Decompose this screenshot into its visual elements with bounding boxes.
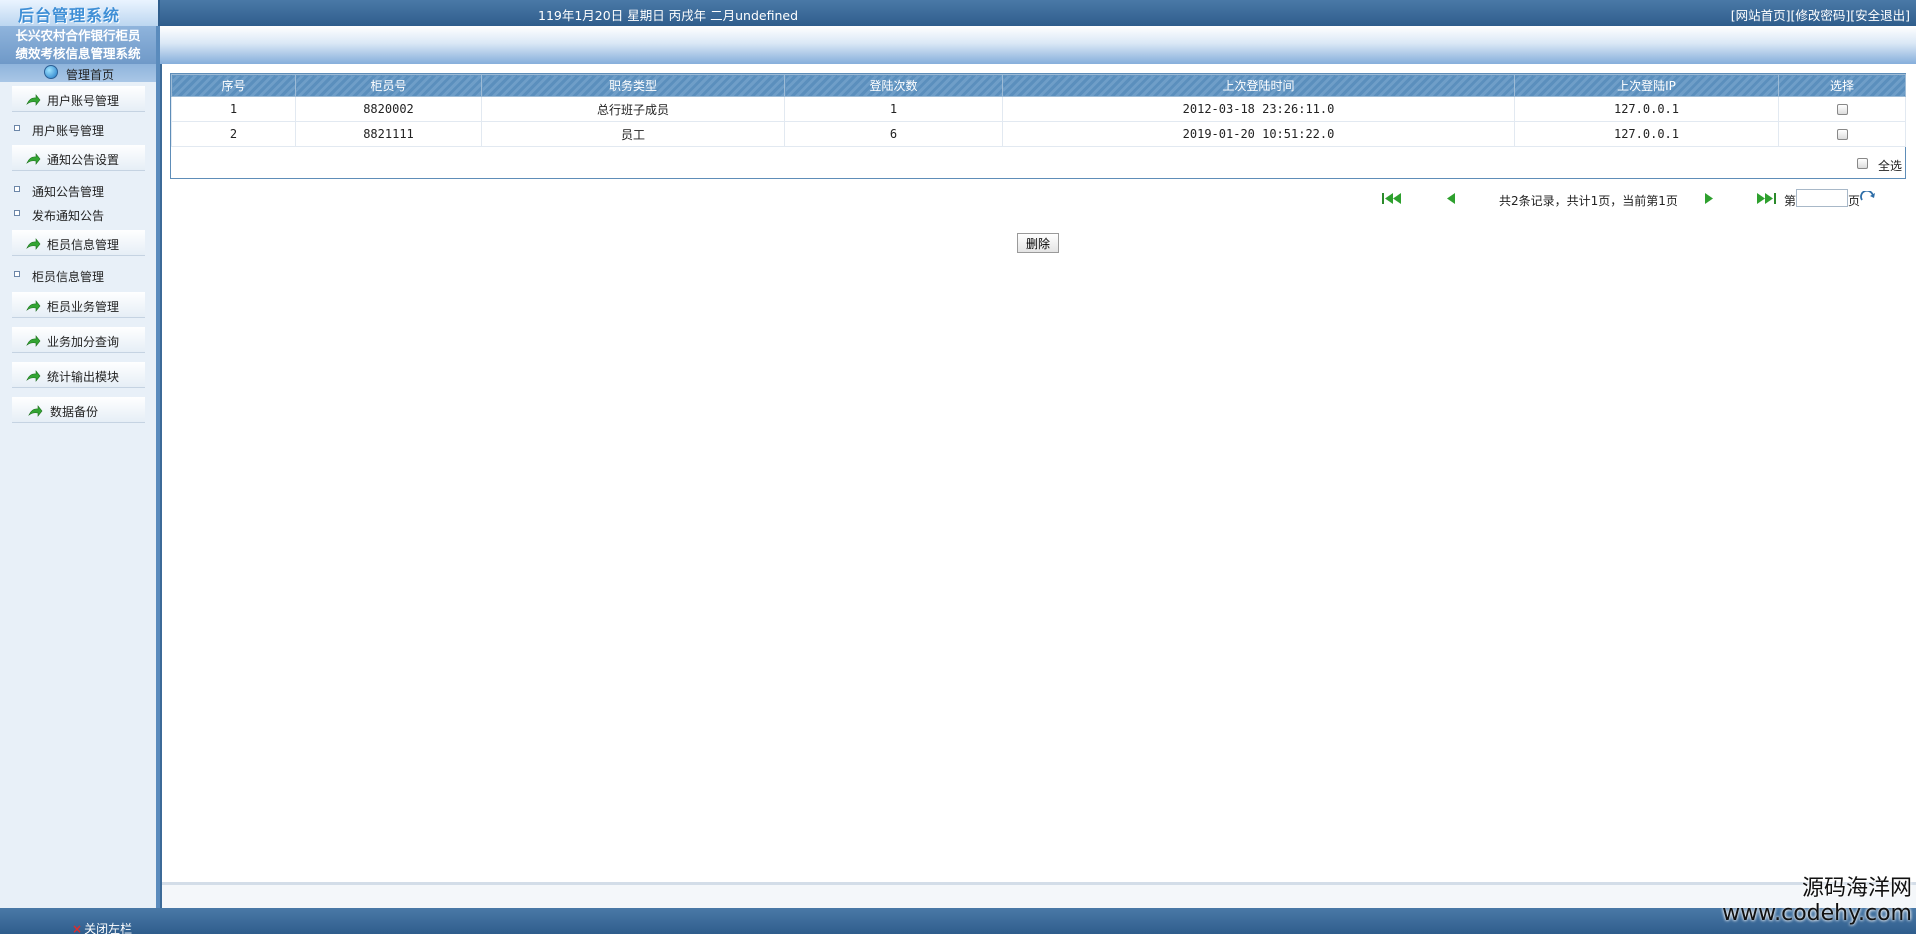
next-page-icon[interactable]: [1704, 193, 1714, 204]
menu-group-label: 业务加分查询: [47, 335, 120, 349]
sidebar: 长兴农村合作银行柜员 绩效考核信息管理系统 管理首页 用户账号管理 用户账号管理…: [0, 26, 160, 908]
watermark-url: www.codehy.com: [1722, 901, 1912, 926]
menu-group-teller-business[interactable]: 柜员业务管理: [12, 292, 145, 318]
menu-group-label: 用户账号管理: [47, 94, 120, 108]
bottom-bar: × 关闭左栏: [0, 908, 1916, 934]
cell-login-count: 6: [784, 121, 1003, 147]
table-header-row: 序号 柜员号 职务类型 登陆次数 上次登陆时间 上次登陆IP 选择: [171, 74, 1906, 97]
col-header-select: 选择: [1778, 74, 1906, 97]
row-checkbox[interactable]: [1836, 104, 1848, 115]
col-header-last-login-ip: 上次登陆IP: [1514, 74, 1779, 97]
cell-select: [1778, 96, 1906, 122]
cell-last-login-ip: 127.0.0.1: [1514, 121, 1779, 147]
cell-index: 1: [171, 96, 296, 122]
close-icon: ×: [72, 922, 83, 934]
green-arrow-icon: [26, 238, 41, 250]
select-all-checkbox[interactable]: [1856, 158, 1868, 169]
cell-last-login-time: 2012-03-18 23:26:11.0: [1002, 96, 1515, 122]
green-arrow-icon: [26, 335, 41, 347]
menu-group-notice-settings[interactable]: 通知公告设置: [12, 145, 145, 171]
content-footer-strip: [162, 882, 1916, 908]
green-arrow-icon: [26, 153, 41, 165]
table-row: 1 8820002 总行班子成员 1 2012-03-18 23:26:11.0…: [171, 96, 1906, 122]
cell-login-count: 1: [784, 96, 1003, 122]
pager: 共2条记录，共计1页，当前第1页 第 页: [162, 189, 1916, 209]
cell-last-login-ip: 127.0.0.1: [1514, 96, 1779, 122]
logout-link[interactable]: [安全退出]: [1850, 8, 1910, 23]
main-content: 序号 柜员号 职务类型 登陆次数 上次登陆时间 上次登陆IP 选择 1 8820…: [162, 64, 1916, 908]
menu-group-label: 统计输出模块: [47, 370, 120, 384]
menu-group-data-backup[interactable]: 数据备份: [12, 397, 145, 423]
date-display: 119年1月20日 星期日 丙戌年 二月undefined: [538, 8, 799, 23]
menu-group-stats-export[interactable]: 统计输出模块: [12, 362, 145, 388]
delete-button[interactable]: 删除: [1017, 233, 1059, 253]
first-page-icon[interactable]: [1382, 193, 1402, 204]
menu-group-label: 数据备份: [50, 405, 99, 419]
col-header-last-login-time: 上次登陆时间: [1002, 74, 1515, 97]
watermark: 源码海洋网 www.codehy.com: [1692, 876, 1912, 926]
cell-select: [1778, 121, 1906, 147]
home-label[interactable]: 管理首页: [66, 66, 114, 83]
col-header-login-count: 登陆次数: [784, 74, 1003, 97]
cell-last-login-time: 2019-01-20 10:51:22.0: [1002, 121, 1515, 147]
close-sidebar-label: 关闭左栏: [84, 922, 133, 934]
menu-group-bonus-query[interactable]: 业务加分查询: [12, 327, 145, 353]
watermark-cn: 源码海洋网: [1801, 876, 1912, 901]
green-arrow-icon: [26, 370, 41, 382]
top-bar: 后台管理系统 119年1月20日 星期日 丙戌年 二月undefined [网站…: [0, 0, 1916, 26]
row-checkbox[interactable]: [1836, 129, 1848, 140]
last-page-icon[interactable]: [1756, 193, 1776, 204]
square-bullet-icon: [14, 271, 20, 277]
system-title: 长兴农村合作银行柜员 绩效考核信息管理系统: [0, 26, 156, 64]
page-suffix: 页: [1848, 194, 1861, 208]
menu-group-label: 柜员业务管理: [47, 300, 120, 314]
cell-teller-no: 8820002: [295, 96, 482, 122]
col-header-position: 职务类型: [481, 74, 785, 97]
select-all-label: 全选: [1877, 159, 1902, 173]
select-all[interactable]: 全选: [1856, 157, 1902, 174]
sidebar-item-label: 用户账号管理: [32, 124, 105, 138]
system-title-line1: 长兴农村合作银行柜员: [15, 28, 141, 43]
data-grid: 序号 柜员号 职务类型 登陆次数 上次登陆时间 上次登陆IP 选择 1 8820…: [170, 73, 1906, 179]
site-home-link[interactable]: [网站首页]: [1731, 8, 1791, 23]
square-bullet-icon: [14, 125, 20, 131]
menu-group-label: 柜员信息管理: [47, 238, 120, 252]
pager-info: 共2条记录，共计1页，当前第1页: [1499, 194, 1678, 208]
col-header-index: 序号: [171, 74, 296, 97]
prev-page-icon[interactable]: [1446, 193, 1456, 204]
menu-group-teller-info[interactable]: 柜员信息管理: [12, 230, 145, 256]
go-refresh-icon[interactable]: [1860, 191, 1876, 204]
header-band: [160, 26, 1916, 64]
logo-text: 后台管理系统: [18, 6, 121, 25]
cell-position: 总行班子成员: [481, 96, 785, 122]
page-number-input[interactable]: [1796, 189, 1848, 207]
table-row: 2 8821111 员工 6 2019-01-20 10:51:22.0 127…: [171, 121, 1906, 147]
teller-table: 序号 柜员号 职务类型 登陆次数 上次登陆时间 上次登陆IP 选择 1 8820…: [171, 74, 1906, 147]
menu-group-user-accounts[interactable]: 用户账号管理: [12, 86, 145, 112]
green-arrow-icon: [28, 405, 43, 417]
square-bullet-icon: [14, 186, 20, 192]
square-bullet-icon: [14, 210, 20, 216]
change-password-link[interactable]: [修改密码]: [1790, 8, 1850, 23]
cell-index: 2: [171, 121, 296, 147]
page-prefix: 第: [1784, 194, 1797, 208]
green-arrow-icon: [26, 300, 41, 312]
green-arrow-icon: [26, 94, 41, 106]
close-sidebar-button[interactable]: × 关闭左栏: [72, 920, 132, 934]
globe-icon: [44, 65, 58, 79]
top-links: [网站首页][修改密码][安全退出]: [1731, 5, 1910, 24]
sidebar-item-label: 柜员信息管理: [32, 270, 105, 284]
sidebar-item-label: 发布通知公告: [32, 209, 105, 223]
cell-teller-no: 8821111: [295, 121, 482, 147]
sidebar-home[interactable]: 管理首页: [0, 64, 156, 82]
logo: 后台管理系统: [0, 0, 160, 26]
cell-position: 员工: [481, 121, 785, 147]
sidebar-item-label: 通知公告管理: [32, 185, 105, 199]
col-header-teller-no: 柜员号: [295, 74, 482, 97]
system-title-line2: 绩效考核信息管理系统: [15, 46, 141, 61]
menu-group-label: 通知公告设置: [47, 153, 120, 167]
